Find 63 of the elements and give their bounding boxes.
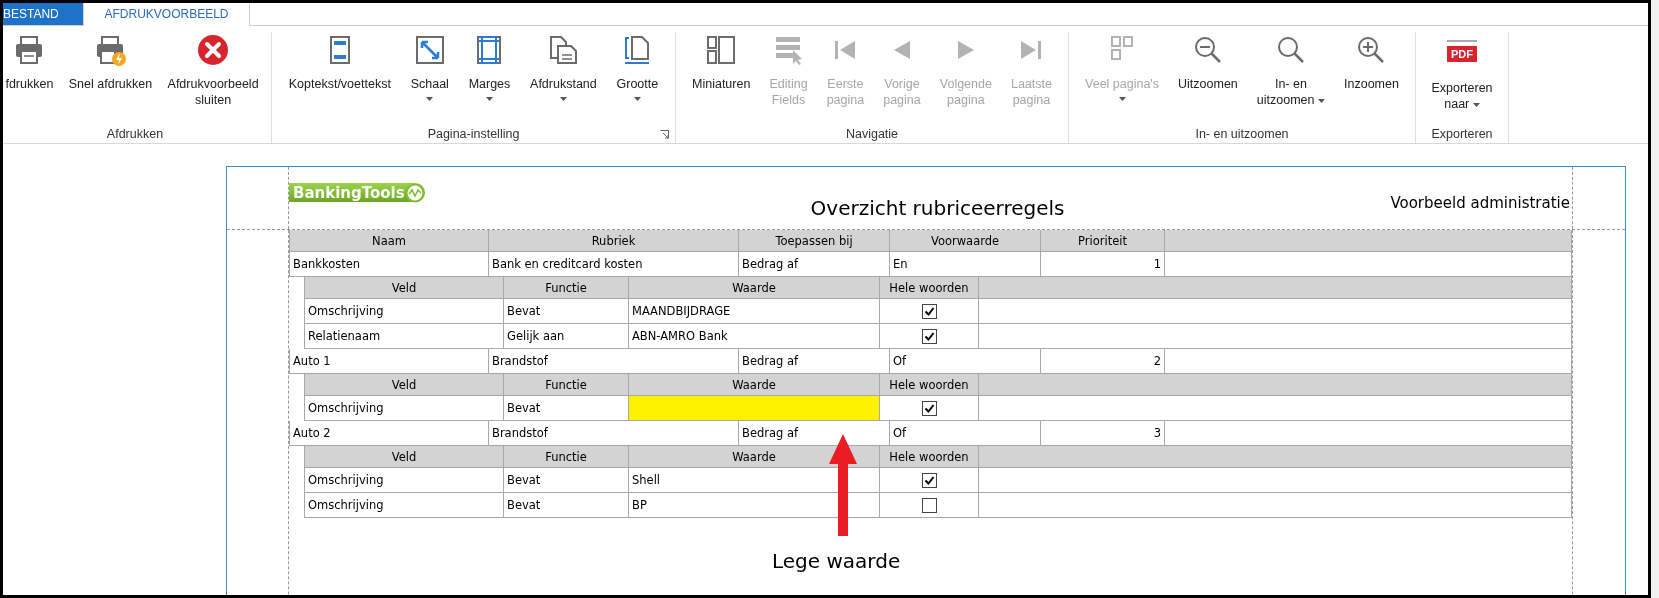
report-subtitle: Voorbeeld administratie	[1390, 194, 1571, 212]
column-header: Prioriteit	[1041, 230, 1165, 252]
table-cell: Bevat	[504, 493, 629, 518]
ribbon-button[interactable]: Inzoomen	[1341, 32, 1402, 94]
column-header: Voorwaarde	[890, 230, 1041, 252]
dialog-launcher-icon[interactable]	[660, 130, 669, 139]
column-header: Hele woorden	[880, 446, 979, 468]
table-cell: MAANDBIJDRAGE	[629, 299, 880, 324]
column-header: Veld	[304, 374, 504, 396]
column-header: Functie	[504, 374, 629, 396]
table-cell: Omschrijving	[304, 468, 504, 493]
checkbox[interactable]	[921, 400, 937, 416]
column-header: Veld	[304, 277, 504, 299]
group-label: Pagina-instelling	[427, 127, 520, 141]
ribbon-button[interactable]: Marges	[465, 32, 514, 103]
column-header: Waarde	[629, 446, 880, 468]
ribbon-button[interactable]: Grootte	[613, 32, 662, 103]
table-cell: ABN-AMRO Bank	[629, 324, 880, 349]
column-header: Functie	[504, 446, 629, 468]
report-title: Overzicht rubriceerregels	[810, 196, 1065, 220]
column-header: Waarde	[629, 277, 880, 299]
printer-bolt-icon	[94, 34, 127, 66]
column-header: Rubriek	[489, 230, 739, 252]
ribbon-button[interactable]: Miniaturen	[689, 32, 754, 94]
ribbon-button[interactable]: Koptekst/voettekst	[285, 32, 394, 94]
annotation-label: Lege waarde	[772, 549, 901, 573]
group-label: Afdrukken	[106, 127, 164, 141]
column-header: Hele woorden	[880, 374, 979, 396]
checkbox[interactable]	[921, 328, 937, 344]
ribbon-button[interactable]: Uitzoomen	[1175, 32, 1241, 94]
close-icon	[197, 34, 230, 66]
table-cell: Bevat	[504, 468, 629, 493]
checkbox[interactable]	[921, 497, 937, 513]
ribbon-button[interactable]: fdrukken	[3, 32, 57, 94]
ribbon-button[interactable]: PDF Exporteren naar	[1428, 32, 1496, 114]
ribbon-tab[interactable]: AFDRUKVOORBEELD	[83, 3, 250, 26]
checkbox[interactable]	[921, 303, 937, 319]
file-tab[interactable]: BESTAND	[3, 3, 83, 25]
table-cell: Omschrijving	[304, 299, 504, 324]
column-header: Functie	[504, 277, 629, 299]
pages-icon	[547, 34, 580, 66]
table-cell: Bevat	[504, 299, 629, 324]
checkbox[interactable]	[921, 472, 937, 488]
column-header: Hele woorden	[880, 277, 979, 299]
table-cell: Relatienaam	[304, 324, 504, 349]
ribbon-button[interactable]: In- en uitzoomen	[1253, 32, 1328, 110]
table-cell: Omschrijving	[304, 493, 504, 518]
group-label: Exporteren	[1431, 127, 1493, 141]
column-header: Veld	[304, 446, 504, 468]
thumbnails-icon	[705, 34, 738, 66]
ribbon-button[interactable]: Afdrukvoorbeeld sluiten	[164, 32, 262, 110]
table-cell: Gelijk aan	[504, 324, 629, 349]
column-header: Waarde	[629, 374, 880, 396]
column-header: Naam	[289, 230, 489, 252]
ribbon-button[interactable]: Afdrukstand	[527, 32, 600, 103]
group-label: In- en uitzoomen	[1195, 127, 1289, 141]
ribbon-button[interactable]: Schaal	[407, 32, 452, 103]
ribbon-button[interactable]: Snel afdrukken	[65, 32, 156, 94]
table-cell: Omschrijving	[304, 396, 504, 421]
group-label: Navigatie	[845, 127, 899, 141]
resize-arrows-icon	[413, 34, 446, 66]
logo: BankingTools	[289, 183, 425, 202]
column-header: Toepassen bij	[739, 230, 890, 252]
